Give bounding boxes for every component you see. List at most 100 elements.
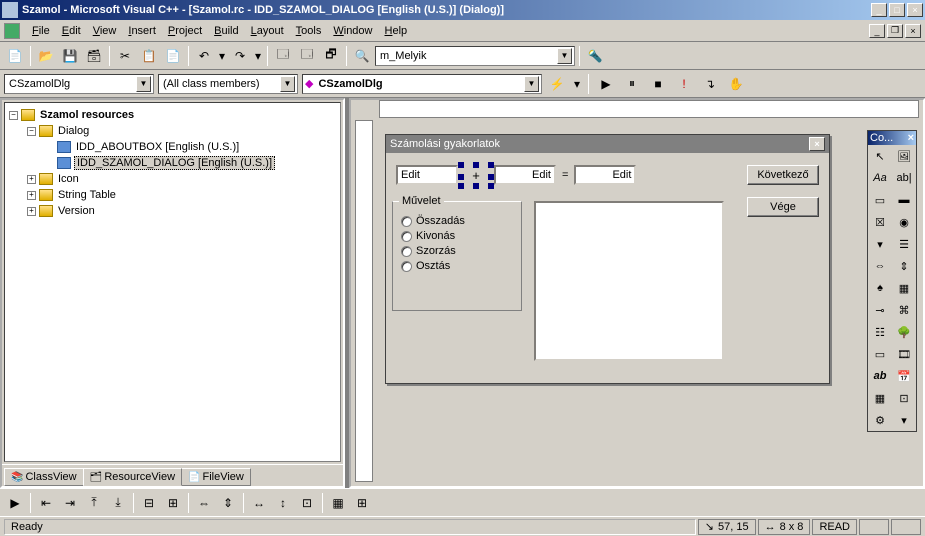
tree-aboutbox[interactable]: IDD_ABOUTBOX [English (U.S.)] [74, 141, 241, 153]
tool-animate[interactable]: 🎞 [892, 343, 916, 365]
class-combo-arrow[interactable]: ▼ [136, 76, 151, 92]
menu-tools[interactable]: Tools [290, 23, 328, 39]
cut-button[interactable]: ✂ [114, 45, 136, 67]
edit-result[interactable]: Edit [574, 165, 636, 185]
tool-hot-key[interactable]: ⌘ [892, 299, 916, 321]
filter-combo[interactable]: (All class members) ▼ [158, 74, 298, 94]
tree-expand-icon[interactable]: + [27, 175, 36, 184]
menu-edit[interactable]: Edit [56, 23, 87, 39]
tree-collapse-root[interactable]: − [9, 111, 18, 120]
find-combo-arrow[interactable]: ▼ [557, 48, 572, 64]
radio-addition[interactable]: Összadás [401, 215, 513, 227]
wizard-action-button[interactable]: ⚡ [546, 73, 568, 95]
close-button[interactable]: × [907, 3, 923, 17]
radio-subtraction[interactable]: Kivonás [401, 230, 513, 242]
tree-root[interactable]: Szamol resources [38, 109, 136, 121]
find-in-files-button[interactable]: 🔍 [351, 45, 373, 67]
toolbox-close-button[interactable]: × [908, 132, 914, 144]
center-vertical-button[interactable]: ⊟ [138, 492, 160, 514]
operation-groupbox[interactable]: Művelet Összadás Kivonás Szorzás Osztás [392, 201, 522, 311]
tool-check-box[interactable]: ☒ [868, 211, 892, 233]
plus-label[interactable]: + [472, 168, 480, 183]
tool-radio-button[interactable]: ◉ [892, 211, 916, 233]
make-same-width-button[interactable]: ↔ [248, 492, 270, 514]
tool-edit-box[interactable]: ab| [892, 167, 916, 189]
design-canvas[interactable]: Számolási gyakorlatok × Edit + [381, 130, 913, 476]
tool-month-calendar[interactable]: ▦ [868, 387, 892, 409]
minimize-button[interactable]: _ [871, 3, 887, 17]
mdi-close-button[interactable]: × [905, 24, 921, 38]
tree-expand-string[interactable]: + [27, 191, 36, 200]
tool-date-time[interactable]: 📅 [892, 365, 916, 387]
tree-dialog[interactable]: Dialog [56, 125, 91, 137]
dialog-preview[interactable]: Számolási gyakorlatok × Edit + [385, 134, 830, 384]
align-bottom-button[interactable]: ⤓ [107, 492, 129, 514]
mdi-minimize-button[interactable]: _ [869, 24, 885, 38]
undo-dropdown[interactable]: ▾ [217, 45, 227, 67]
redo-dropdown[interactable]: ▾ [253, 45, 263, 67]
menu-help[interactable]: Help [379, 23, 414, 39]
tool-vscrollbar[interactable]: ⇕ [892, 255, 916, 277]
copy-button[interactable]: 📋 [138, 45, 160, 67]
tool-tree-control[interactable]: 🌳 [892, 321, 916, 343]
tree-collapse-dialog[interactable]: − [27, 127, 36, 136]
new-text-button[interactable]: 📄 [4, 45, 26, 67]
result-listbox[interactable] [534, 201, 724, 361]
debug-break-button[interactable]: ⏸ [621, 73, 643, 95]
toggle-grid-button[interactable]: ▦ [327, 492, 349, 514]
mdi-restore-button[interactable]: ❐ [887, 24, 903, 38]
debug-restart-button[interactable]: ! [673, 73, 695, 95]
tool-slider[interactable]: ⊸ [868, 299, 892, 321]
radio-division[interactable]: Osztás [401, 260, 513, 272]
toolbox-titlebar[interactable]: Co... × [868, 131, 916, 145]
radio-multiplication[interactable]: Szorzás [401, 245, 513, 257]
debug-go-button[interactable]: ▶ [595, 73, 617, 95]
maximize-button[interactable]: □ [889, 3, 905, 17]
vertical-ruler[interactable] [355, 120, 373, 482]
save-all-button[interactable]: 🗃 [83, 45, 105, 67]
redo-button[interactable]: ↷ [229, 45, 251, 67]
tree-expand-version[interactable]: + [27, 207, 36, 216]
menu-insert[interactable]: Insert [122, 23, 162, 39]
workspace-button[interactable]: 🗔 [272, 45, 294, 67]
tool-rich-edit[interactable]: ab [868, 365, 892, 387]
toggle-guides-button[interactable]: ⊞ [351, 492, 373, 514]
tool-spin[interactable]: ♠ [868, 277, 892, 299]
selection-handle[interactable] [488, 183, 494, 189]
menu-layout[interactable]: Layout [245, 23, 290, 39]
tool-custom-control[interactable]: ⚙ [868, 409, 892, 431]
menu-project[interactable]: Project [162, 23, 208, 39]
paste-button[interactable]: 📄 [162, 45, 184, 67]
tool-list-control[interactable]: ☷ [868, 321, 892, 343]
tree-version[interactable]: Version [56, 205, 97, 217]
tool-combo-box[interactable]: ▾ [868, 233, 892, 255]
tab-resourceview[interactable]: 🗂ResourceView [83, 468, 182, 486]
open-button[interactable]: 📂 [35, 45, 57, 67]
tool-ip-address[interactable]: ⊡ [892, 387, 916, 409]
equals-label[interactable]: = [562, 169, 568, 181]
menu-build[interactable]: Build [208, 23, 244, 39]
center-horizontal-button[interactable]: ⊞ [162, 492, 184, 514]
tool-pointer[interactable]: ↖ [868, 145, 892, 167]
tool-picture[interactable]: 🖼 [892, 145, 916, 167]
make-same-size-button[interactable]: ⊡ [296, 492, 318, 514]
tool-extended-combo[interactable]: ▾ [892, 409, 916, 431]
make-same-height-button[interactable]: ↕ [272, 492, 294, 514]
dialog-titlebar[interactable]: Számolási gyakorlatok × [386, 135, 829, 153]
align-right-button[interactable]: ⇥ [59, 492, 81, 514]
controls-toolbox[interactable]: Co... × ↖ 🖼 Aa ab| ▭ ▬ ☒ ◉ ▾ ☰ ⇔ ⇕ ♠ ▦ ⊸… [867, 130, 917, 432]
tool-group-box[interactable]: ▭ [868, 189, 892, 211]
debug-hand-button[interactable]: ✋ [725, 73, 747, 95]
tab-classview[interactable]: 📚ClassView [4, 468, 84, 486]
tree-icon-folder[interactable]: Icon [56, 173, 81, 185]
debug-stop-button[interactable]: ■ [647, 73, 669, 95]
space-down-button[interactable]: ⇕ [217, 492, 239, 514]
wizard-action-dropdown[interactable]: ▾ [572, 73, 582, 95]
tool-tab-control[interactable]: ▭ [868, 343, 892, 365]
member-combo-arrow[interactable]: ▼ [524, 76, 539, 92]
selection-handle[interactable] [473, 183, 479, 189]
selection-handle[interactable] [488, 162, 494, 168]
tool-progress[interactable]: ▦ [892, 277, 916, 299]
save-button[interactable]: 💾 [59, 45, 81, 67]
dialog-close-button[interactable]: × [809, 137, 825, 151]
